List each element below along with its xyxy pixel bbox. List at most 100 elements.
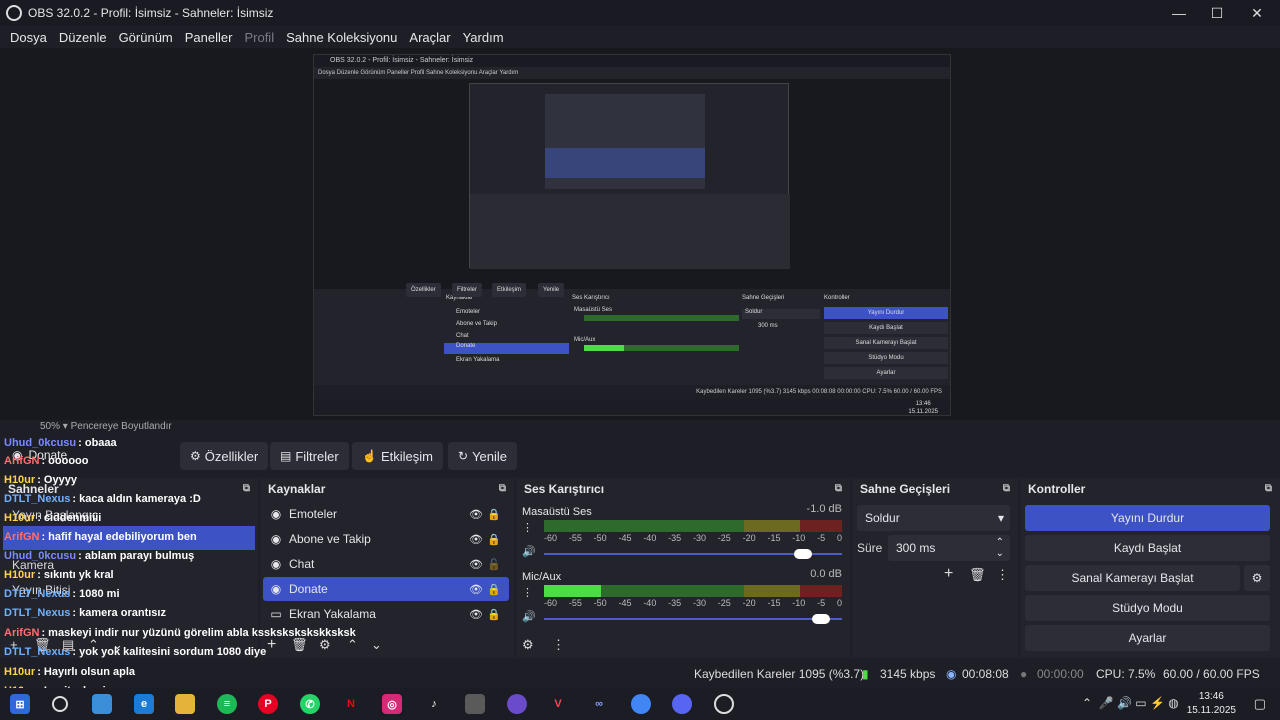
- menu-duzenle[interactable]: Düzenle: [53, 30, 113, 45]
- duration-field[interactable]: 300 ms ⌃ ⌄: [888, 535, 1010, 561]
- preview-scale[interactable]: 50% ▾ Pencereye Boyutlandır: [0, 420, 1280, 434]
- popout-icon[interactable]: ⧉: [1265, 483, 1272, 494]
- chrome-icon[interactable]: [631, 694, 651, 714]
- lock-icon[interactable]: 🔒: [487, 508, 501, 521]
- properties-label: Özellikler: [204, 448, 259, 464]
- search-icon[interactable]: [52, 696, 68, 712]
- chat-message: : kaca aldın kameraya :D: [72, 493, 201, 505]
- meter-ticks: -60 -55 -50 -45 -40 -35 -30 -25 -20 -15 -10 -5 0: [544, 533, 842, 543]
- tiktok-icon[interactable]: ♪: [424, 694, 444, 714]
- taskview-icon[interactable]: [92, 694, 112, 714]
- trash-icon[interactable]: 🗑: [291, 637, 308, 653]
- nested-tb-button: Yenile: [538, 283, 565, 297]
- nested-taskbar: 13:46 15.11.2025: [314, 399, 950, 415]
- eye-icon[interactable]: 👁: [469, 508, 483, 521]
- trash-icon[interactable]: 🗑: [969, 567, 986, 583]
- kebab-menu-icon[interactable]: ⋮: [522, 521, 533, 534]
- refresh-icon: ↻: [458, 449, 469, 463]
- properties-button[interactable]: ⚙ Özellikler: [180, 442, 269, 470]
- source-item-abone[interactable]: ◉ Abone ve Takip 👁 🔒: [263, 527, 509, 551]
- lock-icon[interactable]: 🔒: [487, 583, 501, 596]
- menu-dosya[interactable]: Dosya: [4, 30, 53, 45]
- tray-icons[interactable]: ⌃ 🎤 🔊 ▭ ⚡ ◍: [1082, 696, 1179, 710]
- slider-knob[interactable]: [794, 549, 813, 559]
- source-item-chat[interactable]: ◉ Chat 👁 🔓: [263, 552, 509, 576]
- eye-icon[interactable]: 👁: [469, 608, 483, 621]
- volume-slider[interactable]: [544, 614, 842, 624]
- discord-icon[interactable]: [672, 694, 692, 714]
- source-item-emoteler[interactable]: ◉ Emoteler 👁 🔒: [263, 502, 509, 526]
- transitions-header: Sahne Geçişleri ⧉: [852, 478, 1018, 500]
- whatsapp-icon[interactable]: ✆: [300, 694, 320, 714]
- kebab-menu-icon[interactable]: ⋮: [996, 567, 1009, 583]
- speaker-icon[interactable]: 🔊: [522, 545, 536, 558]
- kebab-menu-icon[interactable]: ⋮: [552, 637, 565, 653]
- pinterest-icon[interactable]: P: [258, 694, 278, 714]
- app-icon[interactable]: ∞: [589, 694, 609, 714]
- lock-icon[interactable]: 🔒: [487, 533, 501, 546]
- channel-name: Mic/Aux: [522, 571, 562, 583]
- menu-araclar[interactable]: Araçlar: [403, 30, 456, 45]
- popout-icon[interactable]: ⧉: [499, 483, 506, 494]
- netflix-icon[interactable]: N: [341, 694, 361, 714]
- refresh-button[interactable]: ↻ Yenile: [448, 442, 518, 470]
- obs-icon[interactable]: [714, 694, 734, 714]
- slider-knob[interactable]: [812, 614, 831, 624]
- volume-slider[interactable]: [544, 549, 842, 559]
- chevron-up-icon[interactable]: ⌃: [347, 637, 358, 653]
- transition-select[interactable]: Soldur ▾: [857, 505, 1010, 531]
- chat-line: H10ur: ciddenmiiii: [4, 512, 101, 524]
- menu-sahne-koleksiyonu[interactable]: Sahne Koleksiyonu: [280, 30, 403, 45]
- globe-icon: ◉: [270, 532, 282, 546]
- menu-gorunum[interactable]: Görünüm: [113, 30, 179, 45]
- instagram-icon[interactable]: ◎: [382, 694, 402, 714]
- settings-button[interactable]: Ayarlar: [1025, 625, 1270, 651]
- clock[interactable]: 13:46 15.11.2025: [1187, 690, 1236, 718]
- source-toolbar: ◉ Donate ⚙ Özellikler ▤ Filtreler ☝ Etkileş…: [0, 434, 1280, 478]
- edge-icon[interactable]: e: [134, 694, 154, 714]
- add-transition-icon[interactable]: +: [944, 565, 953, 583]
- source-item-donate[interactable]: ◉ Donate 👁 🔒: [263, 577, 509, 601]
- refresh-label: Yenile: [472, 448, 508, 464]
- stop-stream-button[interactable]: Yayını Durdur: [1025, 505, 1270, 531]
- app-icon[interactable]: [465, 694, 485, 714]
- app-icon[interactable]: [507, 694, 527, 714]
- eye-icon[interactable]: 👁: [469, 533, 483, 546]
- gear-icon[interactable]: ⚙: [319, 637, 331, 653]
- nested-mixer-channel: Mic/Aux: [574, 337, 596, 343]
- chevron-down-icon[interactable]: ⌄: [371, 637, 382, 653]
- speaker-icon[interactable]: 🔊: [522, 610, 536, 623]
- nested-source-item: Emoteler: [456, 309, 481, 315]
- spin-down-icon[interactable]: ⌄: [996, 541, 1004, 567]
- menu-yardim[interactable]: Yardım: [457, 30, 510, 45]
- source-item-ekran[interactable]: ▭ Ekran Yakalama 👁 🔒: [263, 602, 509, 626]
- kebab-menu-icon[interactable]: ⋮: [522, 586, 533, 599]
- chat-username: Uhud_0kcusu: [4, 437, 77, 449]
- studio-mode-button[interactable]: Stüdyo Modu: [1025, 595, 1270, 621]
- start-record-button[interactable]: Kaydı Başlat: [1025, 535, 1270, 561]
- chat-username: ArifGN: [4, 627, 40, 639]
- spotify-icon[interactable]: ≡: [217, 694, 237, 714]
- popout-icon[interactable]: ⧉: [835, 483, 842, 494]
- lock-icon[interactable]: 🔒: [487, 608, 501, 621]
- filters-button[interactable]: ▤ Filtreler: [270, 442, 349, 470]
- valorant-icon[interactable]: V: [548, 694, 568, 714]
- popout-icon[interactable]: ⧉: [1003, 483, 1010, 494]
- eye-icon[interactable]: 👁: [469, 583, 483, 596]
- eye-icon[interactable]: 👁: [469, 558, 483, 571]
- unlock-icon[interactable]: 🔓: [487, 558, 501, 571]
- source-label: Ekran Yakalama: [289, 607, 376, 621]
- nested-transitions-header: Sahne Geçişleri: [742, 295, 785, 301]
- virtualcam-settings-button[interactable]: ⚙: [1244, 565, 1270, 591]
- advanced-audio-icon[interactable]: ⚙: [522, 637, 534, 653]
- menu-paneller[interactable]: Paneller: [179, 30, 239, 45]
- mixer-channel-desktop: Masaüstü Ses -1.0 dB ⋮ -60 -55 -50 -45 -40 -3…: [522, 503, 848, 563]
- nested-meter-live: [584, 345, 624, 351]
- virtualcam-button[interactable]: Sanal Kamerayı Başlat: [1025, 565, 1240, 591]
- notification-icon[interactable]: ▢: [1254, 696, 1266, 712]
- interact-button[interactable]: ☝ Etkileşim: [352, 442, 443, 470]
- explorer-icon[interactable]: [175, 694, 195, 714]
- popout-icon[interactable]: ⧉: [243, 483, 250, 494]
- start-icon[interactable]: ⊞: [10, 694, 30, 714]
- close-button[interactable]: ✕: [1234, 0, 1280, 26]
